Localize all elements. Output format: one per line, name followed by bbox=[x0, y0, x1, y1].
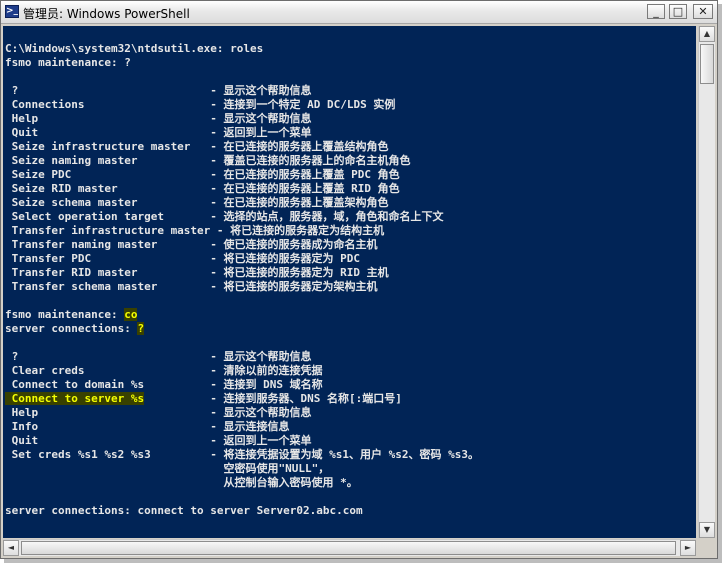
console-line-text: Seize PDC - 在已连接的服务器上覆盖 PDC 角色 bbox=[5, 168, 400, 181]
console-line-text: Clear creds - 清除以前的连接凭据 bbox=[5, 364, 323, 377]
console-line-text: Select operation target - 选择的站点，服务器，域，角色… bbox=[5, 210, 444, 223]
highlighted-input: co bbox=[124, 308, 138, 321]
resize-grip[interactable] bbox=[698, 539, 715, 556]
console-line: C:\Windows\system32\ntdsutil.exe: roles bbox=[5, 42, 263, 56]
console-line: 从控制台输入密码使用 *。 bbox=[5, 476, 358, 490]
horizontal-scrollbar[interactable]: ◄ ► bbox=[3, 539, 696, 556]
close-button[interactable]: ✕ bbox=[693, 4, 713, 19]
title-bar[interactable]: >_ 管理员: Windows PowerShell _ □ ✕ bbox=[1, 1, 717, 24]
console-line-text: 从控制台输入密码使用 *。 bbox=[5, 476, 358, 489]
powershell-icon[interactable]: >_ bbox=[5, 5, 19, 18]
highlighted-input: Connect to server %s bbox=[5, 392, 145, 405]
horizontal-scroll-thumb[interactable] bbox=[21, 541, 676, 555]
console-line: Connect to domain %s - 连接到 DNS 域名称 bbox=[5, 378, 323, 392]
maximize-button[interactable]: □ bbox=[669, 4, 687, 19]
console-line-text: Connect to domain %s - 连接到 DNS 域名称 bbox=[5, 378, 323, 391]
console-line: Seize schema master - 在已连接的服务器上覆盖架构角色 bbox=[5, 196, 389, 210]
console-line-text: server connections: connect to server Se… bbox=[5, 504, 363, 517]
console-line: Info - 显示连接信息 bbox=[5, 420, 290, 434]
console-line-text: 空密码使用"NULL"， bbox=[5, 462, 330, 475]
console-line: Transfer RID master - 将已连接的服务器定为 RID 主机 bbox=[5, 266, 389, 280]
console-line-text: Help - 显示这个帮助信息 bbox=[5, 112, 312, 125]
console-line: Select operation target - 选择的站点，服务器，域，角色… bbox=[5, 210, 444, 224]
vertical-scroll-thumb[interactable] bbox=[700, 44, 714, 84]
console-line-text: ? - 显示这个帮助信息 bbox=[5, 350, 312, 363]
scroll-down-arrow-icon[interactable]: ▼ bbox=[699, 522, 715, 538]
console-line-text: Set creds %s1 %s2 %s3 - 将连接凭据设置为域 %s1、用户… bbox=[5, 448, 480, 461]
minimize-button[interactable]: _ bbox=[647, 4, 665, 19]
console-line: server connections: connect to server Se… bbox=[5, 504, 363, 518]
console-line-text: Seize schema master - 在已连接的服务器上覆盖架构角色 bbox=[5, 196, 389, 209]
console-line-text: Quit - 返回到上一个菜单 bbox=[5, 434, 312, 447]
console-line: Connect to server %s - 连接到服务器、DNS 名称[:端口… bbox=[5, 392, 402, 406]
console-line-text: Transfer naming master - 使已连接的服务器成为命名主机 bbox=[5, 238, 378, 251]
console-line-text: Transfer RID master - 将已连接的服务器定为 RID 主机 bbox=[5, 266, 389, 279]
scroll-left-arrow-icon[interactable]: ◄ bbox=[3, 540, 19, 556]
console-line-text: fsmo maintenance: bbox=[5, 308, 125, 321]
console-line: ? - 显示这个帮助信息 bbox=[5, 350, 312, 364]
console-line: fsmo maintenance: co bbox=[5, 308, 138, 322]
console-line-text: server connections: bbox=[5, 322, 138, 335]
console-line: Seize naming master - 覆盖已连接的服务器上的命名主机角色 bbox=[5, 154, 411, 168]
console-line: Transfer PDC - 将已连接的服务器定为 PDC bbox=[5, 252, 360, 266]
console-line: Connections - 连接到一个特定 AD DC/LDS 实例 bbox=[5, 98, 396, 112]
console-line-text: Seize naming master - 覆盖已连接的服务器上的命名主机角色 bbox=[5, 154, 411, 167]
window-title: 管理员: Windows PowerShell bbox=[23, 7, 190, 21]
console-output[interactable]: C:\Windows\system32\ntdsutil.exe: roles f… bbox=[3, 26, 696, 538]
console-line-text: Transfer PDC - 将已连接的服务器定为 PDC bbox=[5, 252, 361, 265]
console-line: Quit - 返回到上一个菜单 bbox=[5, 126, 312, 140]
console-line-text: Seize infrastructure master - 在已连接的服务器上覆… bbox=[5, 140, 389, 153]
console-line-text: ? - 显示这个帮助信息 bbox=[5, 84, 312, 97]
console-line-text: C:\Windows\system32\ntdsutil.exe: roles bbox=[5, 42, 264, 55]
console-line-text: Seize RID master - 在已连接的服务器上覆盖 RID 角色 bbox=[5, 182, 400, 195]
console-line: Transfer naming master - 使已连接的服务器成为命名主机 bbox=[5, 238, 378, 252]
console-line: ? - 显示这个帮助信息 bbox=[5, 84, 312, 98]
console-line-text: Connections - 连接到一个特定 AD DC/LDS 实例 bbox=[5, 98, 396, 111]
console-line: Seize infrastructure master - 在已连接的服务器上覆… bbox=[5, 140, 389, 154]
console-line: Help - 显示这个帮助信息 bbox=[5, 406, 312, 420]
console-line-description: - 连接到服务器、DNS 名称[:端口号] bbox=[144, 392, 402, 405]
console-line: Set creds %s1 %s2 %s3 - 将连接凭据设置为域 %s1、用户… bbox=[5, 448, 479, 462]
console-line: Clear creds - 清除以前的连接凭据 bbox=[5, 364, 323, 378]
console-line-text: Transfer infrastructure master - 将已连接的服务… bbox=[5, 224, 385, 237]
scroll-up-arrow-icon[interactable]: ▲ bbox=[699, 26, 715, 42]
console-line: Seize RID master - 在已连接的服务器上覆盖 RID 角色 bbox=[5, 182, 400, 196]
console-line: Transfer schema master - 将已连接的服务器定为架构主机 bbox=[5, 280, 378, 294]
console-line-text: Transfer schema master - 将已连接的服务器定为架构主机 bbox=[5, 280, 378, 293]
powershell-window: >_ 管理员: Windows PowerShell _ □ ✕ C:\Wind… bbox=[0, 0, 718, 559]
console-line-text: Help - 显示这个帮助信息 bbox=[5, 406, 312, 419]
console-line: Seize PDC - 在已连接的服务器上覆盖 PDC 角色 bbox=[5, 168, 400, 182]
console-line: Help - 显示这个帮助信息 bbox=[5, 112, 312, 126]
console-line: fsmo maintenance: ? bbox=[5, 56, 131, 70]
console-line: 空密码使用"NULL"， bbox=[5, 462, 330, 476]
console-line-text: fsmo maintenance: ? bbox=[5, 56, 131, 69]
console-line: Quit - 返回到上一个菜单 bbox=[5, 434, 312, 448]
console-line: Transfer infrastructure master - 将已连接的服务… bbox=[5, 224, 385, 238]
console-line: server connections: ? bbox=[5, 322, 145, 336]
scroll-right-arrow-icon[interactable]: ► bbox=[680, 540, 696, 556]
highlighted-input: ? bbox=[137, 322, 145, 335]
console-line-text: Quit - 返回到上一个菜单 bbox=[5, 126, 312, 139]
vertical-scrollbar[interactable]: ▲ ▼ bbox=[698, 26, 715, 538]
console-line-text: Info - 显示连接信息 bbox=[5, 420, 290, 433]
